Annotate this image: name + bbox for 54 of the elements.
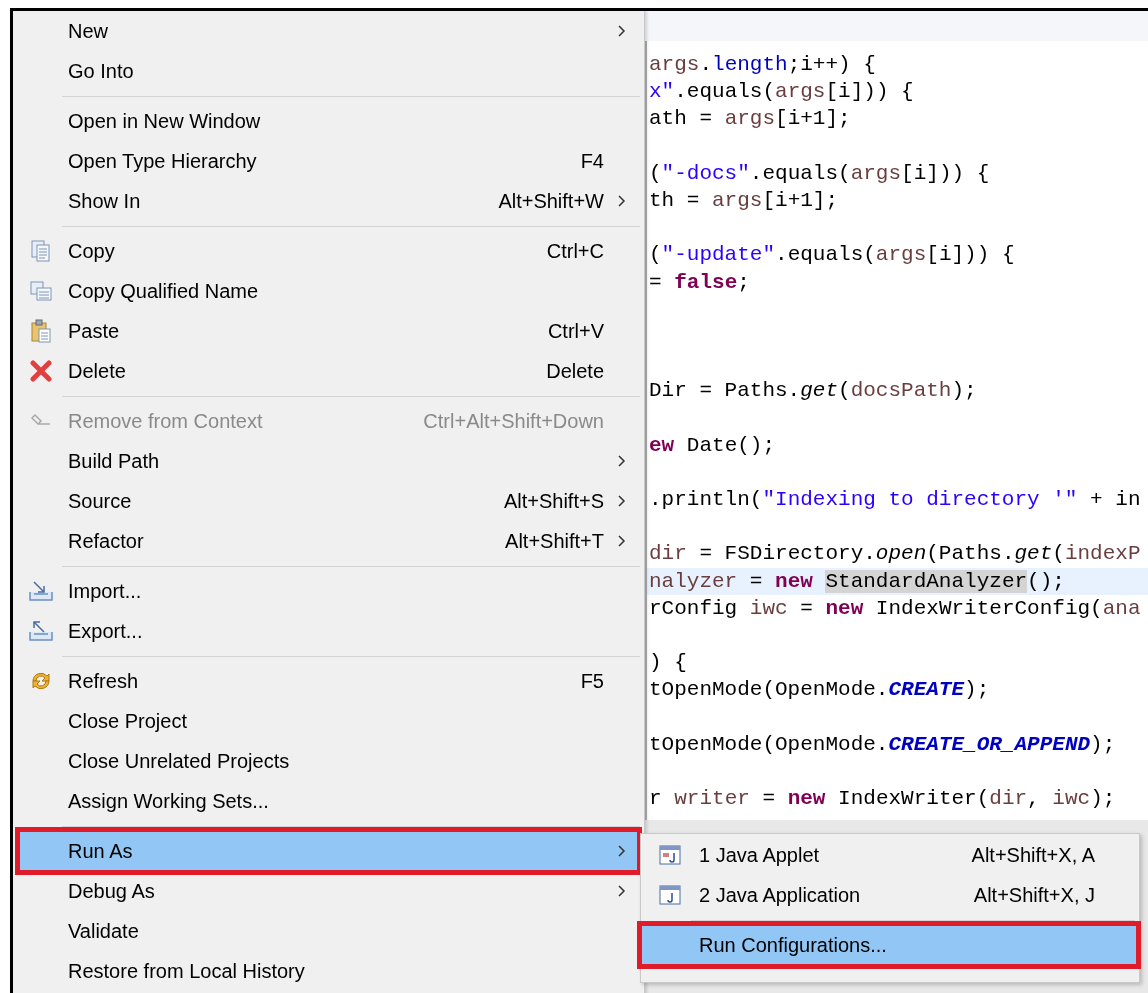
delete-icon [29,360,52,382]
menu-item[interactable]: Assign Working Sets... [13,781,638,821]
code-line: ("-docs".equals(args[i])) { [648,160,991,187]
menu-item[interactable]: Restore from Local History [13,951,638,991]
chevron-icon [616,844,626,858]
code-line: rConfig iwc = new IndexWriterConfig(ana [648,595,1142,622]
code-line: tOpenMode(OpenMode.CREATE_OR_APPEND); [648,731,1117,758]
code-line: th = args[i+1]; [648,187,840,214]
menu-item[interactable]: Copy Qualified Name [13,271,638,311]
chevron-icon [616,884,626,898]
menu-item[interactable]: Delete Delete [13,351,638,391]
chevron-icon [616,454,626,468]
code-line: .println("Indexing to directory '" + in [648,487,1142,513]
menu-item[interactable]: 2 Java Application Alt+Shift+X, J [641,875,1133,915]
menu-item[interactable]: Show In Alt+Shift+W [13,181,638,221]
chevron-icon [616,534,626,548]
chevron-icon [616,494,626,508]
code-line: ("-update".equals(args[i])) { [648,242,1016,269]
menu-item[interactable]: Source Alt+Shift+S [13,481,638,521]
menu-item[interactable]: Validate [13,911,638,951]
menu-item[interactable]: Refresh F5 [13,661,638,701]
import-icon [27,580,54,602]
menu-item[interactable]: New [13,11,638,51]
menu-item[interactable]: Build Path [13,441,638,481]
code-line: args.length;i++) { [648,52,877,78]
code-line: ath = args[i+1]; [648,106,852,133]
menu-item[interactable]: Open in New Window [13,101,638,141]
code-line: x".equals(args[i])) { [648,79,915,106]
menu-item[interactable]: Paste Ctrl+V [13,311,638,351]
copy-icon [28,280,53,302]
export-icon [27,620,54,642]
menu-item[interactable]: Refactor Alt+Shift+T [13,521,638,561]
code-line: ) { [648,650,688,677]
code-line: Dir = Paths.get(docsPath); [648,378,978,405]
code-line: r writer = new IndexWriter(dir, iwc); [648,786,1117,813]
menu-item[interactable]: Import... [13,571,638,611]
code-line: tOpenMode(OpenMode.CREATE); [648,677,991,704]
application-icon [658,884,682,906]
menu-item[interactable]: Export... [13,611,638,651]
menu-item[interactable]: Debug As [13,871,638,911]
chevron-icon [616,194,626,208]
menu-item[interactable]: 1 Java Applet Alt+Shift+X, A [641,835,1133,875]
copy-icon [29,239,52,263]
menu-item[interactable]: Open Type Hierarchy F4 [13,141,638,181]
clipboard-icon [29,319,52,343]
code-line: dir = FSDirectory.open(Paths.get(indexP [648,541,1142,568]
applet-icon [658,844,682,866]
menu-item[interactable]: Close Project [13,701,638,741]
chevron-icon [616,24,626,38]
menu-item[interactable]: Copy Ctrl+C [13,231,638,271]
menu-item[interactable]: Close Unrelated Projects [13,741,638,781]
menu-item[interactable]: Go Into [13,51,638,91]
code-line: = false; [648,269,751,296]
code-line: ew Date(); [648,432,777,459]
